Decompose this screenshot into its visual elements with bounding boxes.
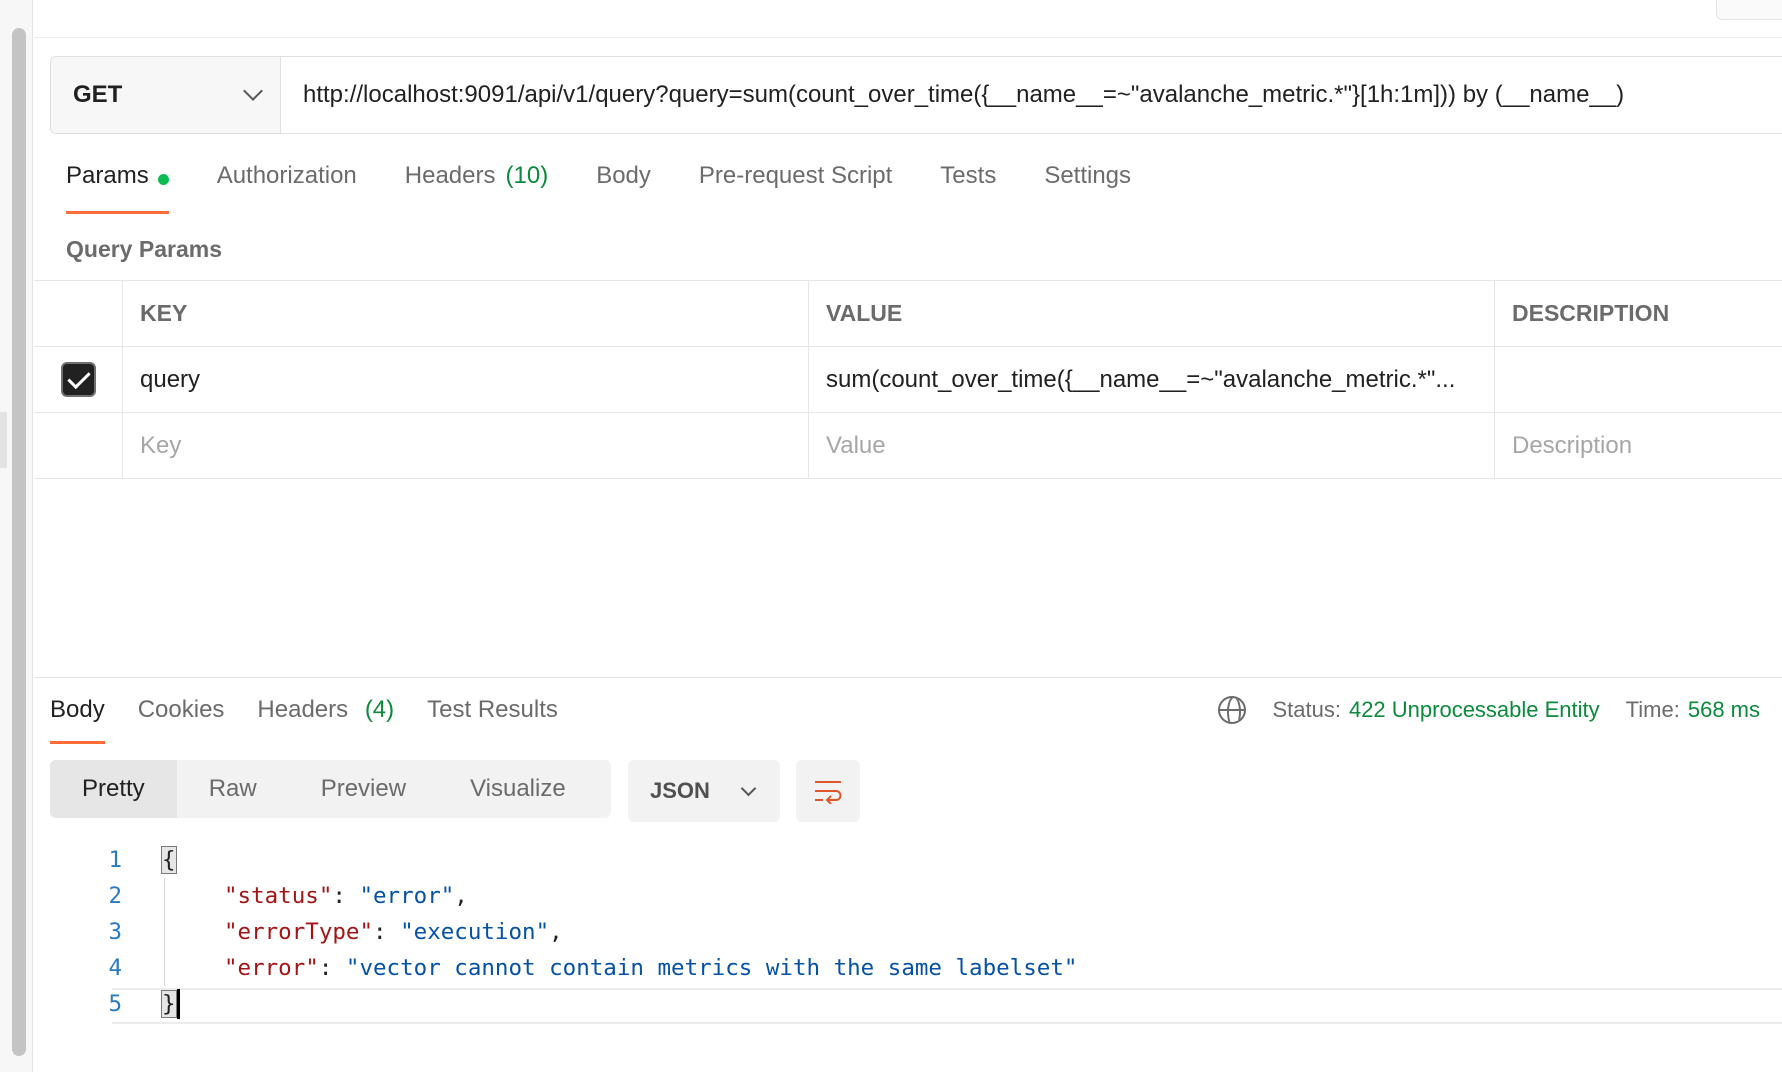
tab-label: Body bbox=[50, 696, 105, 723]
new-description-input[interactable]: Description bbox=[1495, 413, 1782, 478]
row-checkbox-cell bbox=[34, 347, 123, 412]
line-number: 3 bbox=[108, 919, 122, 945]
close-brace: } bbox=[161, 989, 177, 1018]
sidebar-collapse-handle[interactable] bbox=[0, 412, 7, 468]
tab-label: Headers bbox=[257, 696, 349, 723]
query-params-title: Query Params bbox=[66, 236, 222, 262]
headers-count-badge: (10) bbox=[505, 162, 549, 189]
format-select[interactable]: JSON bbox=[628, 760, 780, 822]
response-tab-cookies[interactable]: Cookies bbox=[138, 696, 225, 744]
view-visualize-button[interactable]: Visualize bbox=[438, 760, 598, 818]
tab-params[interactable]: Params bbox=[66, 162, 169, 214]
globe-icon[interactable] bbox=[1218, 696, 1247, 724]
method-select[interactable]: GET bbox=[51, 57, 281, 133]
params-active-dot bbox=[157, 174, 169, 185]
response-headers-count: (4) bbox=[364, 696, 395, 723]
param-description-input[interactable] bbox=[1495, 347, 1782, 412]
code-line: 5 } bbox=[50, 986, 1782, 1022]
format-label: JSON bbox=[650, 778, 710, 803]
method-label: GET bbox=[73, 81, 123, 108]
status-value[interactable]: 422 Unprocessable Entity bbox=[1349, 697, 1600, 723]
json-value: "vector cannot contain metrics with the … bbox=[345, 955, 1078, 981]
table-header-row: KEY VALUE DESCRIPTION bbox=[34, 281, 1782, 347]
param-value-input[interactable]: sum(count_over_time({__name__=~"avalanch… bbox=[809, 347, 1495, 412]
view-pretty-button[interactable]: Pretty bbox=[50, 760, 177, 818]
tab-body[interactable]: Body bbox=[596, 162, 651, 214]
params-table: KEY VALUE DESCRIPTION query sum(count_ov… bbox=[34, 280, 1782, 479]
corner-button[interactable] bbox=[1716, 0, 1782, 20]
column-header-value: VALUE bbox=[809, 281, 1495, 346]
line-number: 4 bbox=[108, 955, 122, 981]
view-mode-selector: Pretty Raw Preview Visualize bbox=[50, 760, 611, 818]
tab-headers[interactable]: Headers (10) bbox=[405, 162, 548, 214]
tab-label: Body bbox=[596, 162, 651, 189]
time-label: Time: bbox=[1625, 697, 1680, 722]
time-value[interactable]: 568 ms bbox=[1688, 697, 1760, 723]
header-checkbox-cell bbox=[34, 281, 123, 346]
response-tabs: Body Cookies Headers (4) Test Results bbox=[50, 696, 591, 744]
code-line: 1 { bbox=[50, 842, 1782, 878]
chevron-down-icon bbox=[243, 81, 263, 101]
response-status-area: Status: 422 Unprocessable Entity Time: 5… bbox=[1218, 696, 1760, 724]
param-key-input[interactable]: query bbox=[123, 347, 809, 412]
new-key-input[interactable]: Key bbox=[123, 413, 809, 478]
request-tabs: Params Authorization Headers (10) Body P… bbox=[66, 162, 1179, 214]
view-raw-button[interactable]: Raw bbox=[177, 760, 289, 818]
line-number: 2 bbox=[108, 883, 122, 909]
tab-label: Params bbox=[66, 162, 149, 189]
chevron-down-icon bbox=[740, 780, 757, 796]
text-cursor bbox=[176, 989, 180, 1019]
tab-pre-request-script[interactable]: Pre-request Script bbox=[699, 162, 892, 214]
tab-label: Test Results bbox=[427, 696, 558, 723]
json-value: "error" bbox=[359, 883, 455, 909]
tab-settings[interactable]: Settings bbox=[1044, 162, 1131, 214]
tab-label: Cookies bbox=[137, 696, 225, 723]
table-row: query sum(count_over_time({__name__=~"av… bbox=[34, 347, 1782, 413]
column-header-key: KEY bbox=[123, 281, 809, 346]
status-label: Status: bbox=[1272, 697, 1341, 722]
line-number: 5 bbox=[108, 991, 122, 1017]
tab-label: Pre-request Script bbox=[698, 162, 893, 189]
scrollbar-thumb[interactable] bbox=[12, 28, 26, 1056]
tab-label: Headers bbox=[404, 162, 496, 189]
param-enabled-checkbox[interactable] bbox=[60, 362, 96, 397]
code-line: 3 "errorType": "execution", bbox=[50, 914, 1782, 950]
response-body-code[interactable]: 1 { 2 "status": "error", 3 "errorType": … bbox=[50, 842, 1782, 1022]
row-checkbox-cell bbox=[34, 413, 123, 478]
code-line: 2 "status": "error", bbox=[50, 878, 1782, 914]
tab-label: Settings bbox=[1044, 162, 1132, 189]
response-divider[interactable] bbox=[34, 677, 1782, 678]
wrap-lines-icon bbox=[815, 781, 842, 804]
column-header-description: DESCRIPTION bbox=[1512, 300, 1670, 326]
top-strip bbox=[34, 0, 1782, 38]
tab-label: Tests bbox=[940, 162, 997, 189]
left-scroll-rail bbox=[0, 0, 33, 1072]
response-tab-body[interactable]: Body bbox=[50, 696, 105, 744]
url-input[interactable]: http://localhost:9091/api/v1/query?query… bbox=[281, 57, 1782, 133]
view-preview-button[interactable]: Preview bbox=[289, 760, 438, 818]
json-key: "errorType" bbox=[224, 919, 374, 945]
line-number: 1 bbox=[108, 847, 122, 873]
wrap-lines-button[interactable] bbox=[796, 760, 860, 822]
json-key: "status" bbox=[224, 883, 333, 909]
tab-authorization[interactable]: Authorization bbox=[217, 162, 357, 214]
new-value-input[interactable]: Value bbox=[809, 413, 1495, 478]
url-bar: GET http://localhost:9091/api/v1/query?q… bbox=[50, 56, 1782, 134]
open-brace: { bbox=[161, 846, 177, 874]
response-tab-test-results[interactable]: Test Results bbox=[427, 696, 558, 744]
response-tab-headers[interactable]: Headers (4) bbox=[257, 696, 394, 744]
table-row-new: Key Value Description bbox=[34, 413, 1782, 479]
json-key: "error" bbox=[224, 955, 319, 981]
code-line: 4 "error": "vector cannot contain metric… bbox=[50, 950, 1782, 986]
tab-label: Authorization bbox=[216, 162, 357, 189]
tab-tests[interactable]: Tests bbox=[940, 162, 996, 214]
json-value: "execution" bbox=[400, 919, 550, 945]
